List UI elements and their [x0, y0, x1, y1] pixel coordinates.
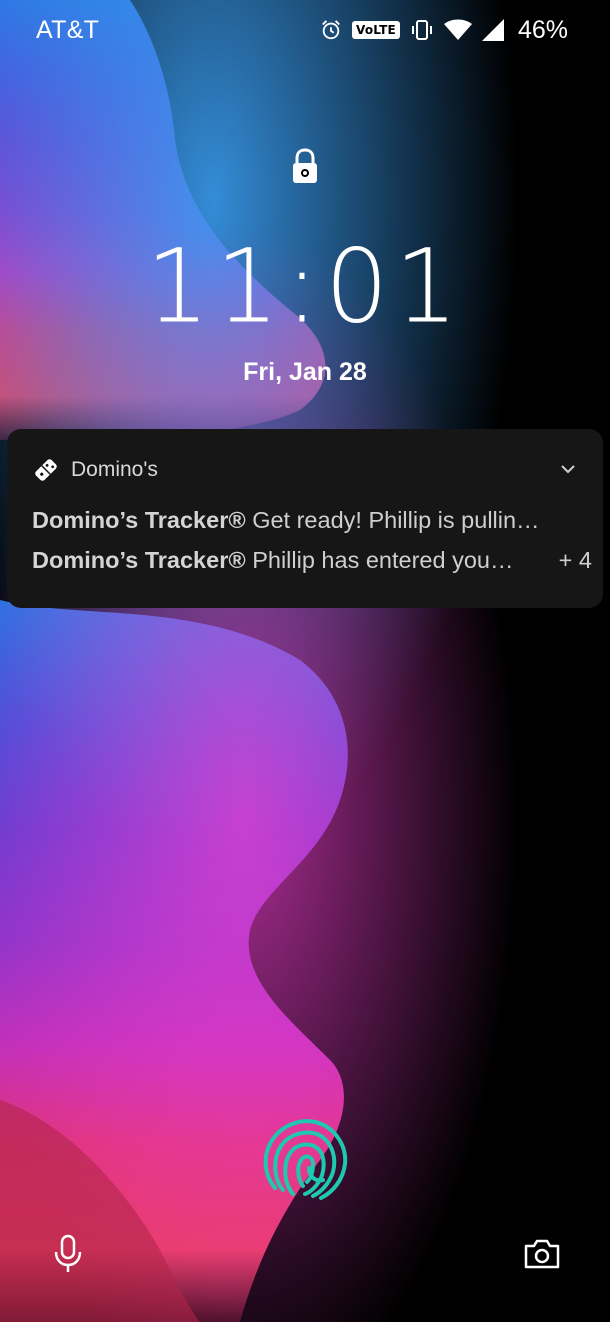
camera-icon[interactable] [523, 1238, 561, 1270]
domino-icon [35, 459, 57, 481]
notification-text: Get ready! Phillip is pullin… [245, 507, 540, 533]
padlock-icon[interactable] [290, 148, 320, 184]
signal-icon [481, 19, 504, 41]
notification-title: Domino’s Tracker® [32, 547, 246, 573]
notification-text: Phillip has entered you… [245, 547, 514, 573]
chevron-down-icon[interactable] [561, 465, 575, 474]
lockscreen-date: Fri, Jan 28 [243, 358, 367, 386]
notification-title: Domino’s Tracker® [32, 507, 246, 533]
lockscreen-clock: 11:01 [145, 226, 465, 347]
status-bar: AT&T VoLTE 46% [0, 0, 610, 60]
notification-card[interactable]: Domino's Domino’s Tracker® Get ready! Ph… [7, 429, 603, 608]
microphone-icon[interactable] [52, 1234, 84, 1274]
vibrate-icon [411, 20, 432, 40]
alarm-icon [322, 20, 340, 40]
notification-line: Domino’s Tracker® Get ready! Phillip is … [32, 507, 592, 534]
notification-line: Domino’s Tracker® Phillip has entered yo… [32, 547, 592, 574]
volte-icon: VoLTE [352, 21, 400, 39]
battery-percent: 46% [517, 15, 568, 44]
fingerprint-icon[interactable] [257, 1110, 353, 1206]
notification-more-count: + 4 [558, 547, 592, 573]
status-icons: VoLTE 46% [320, 14, 568, 46]
notification-app-name: Domino's [71, 458, 158, 481]
wifi-icon [443, 19, 472, 40]
notification-header: Domino's [33, 457, 158, 483]
carrier-label: AT&T [36, 16, 100, 44]
